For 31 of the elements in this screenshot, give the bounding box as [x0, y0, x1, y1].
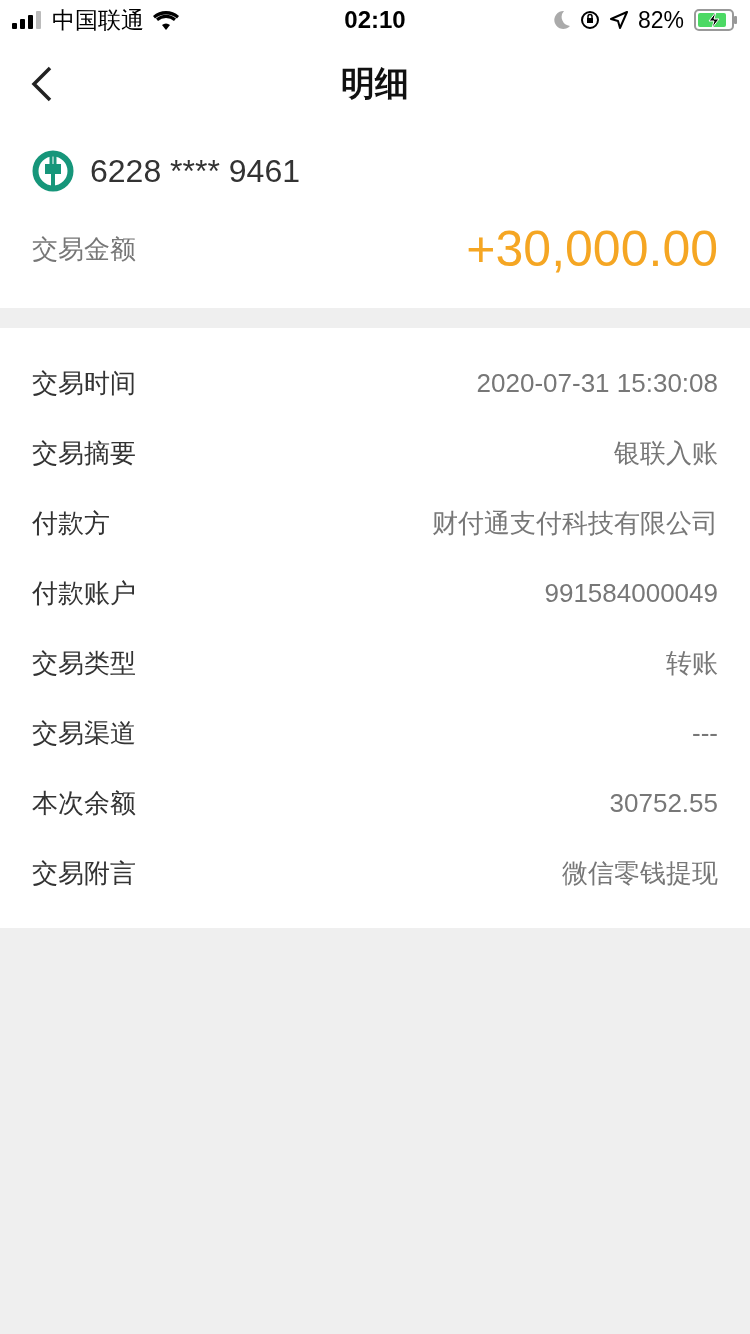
back-button[interactable] — [30, 66, 54, 102]
detail-label: 交易类型 — [32, 646, 136, 680]
detail-label: 交易摘要 — [32, 436, 136, 470]
detail-value: 转账 — [666, 646, 718, 680]
card-number: 6228 **** 9461 — [90, 152, 300, 190]
signal-icon — [12, 11, 44, 29]
wifi-icon — [152, 10, 180, 30]
detail-value: 财付通支付科技有限公司 — [432, 506, 718, 540]
bank-logo-icon — [32, 150, 74, 192]
detail-value: 银联入账 — [614, 436, 718, 470]
location-arrow-icon — [609, 11, 628, 29]
detail-value: 微信零钱提现 — [562, 856, 718, 890]
detail-value: 30752.55 — [609, 787, 718, 819]
page-title: 明细 — [341, 63, 409, 104]
detail-label: 交易渠道 — [32, 716, 136, 750]
detail-value: 991584000049 — [544, 577, 718, 609]
moon-icon — [551, 10, 570, 30]
battery-charging-icon — [694, 9, 738, 31]
detail-label: 交易时间 — [32, 366, 136, 400]
detail-label: 交易附言 — [32, 856, 136, 890]
carrier-name: 中国联通 — [52, 5, 144, 35]
amount-label: 交易金额 — [32, 232, 136, 266]
detail-value: 2020-07-31 15:30:08 — [476, 367, 718, 399]
battery-percent: 82% — [637, 6, 684, 34]
rotation-lock-icon — [579, 10, 600, 30]
detail-label: 本次余额 — [32, 786, 136, 820]
detail-value: --- — [692, 717, 718, 749]
amount-value: +30,000.00 — [466, 220, 718, 278]
clock-time: 02:10 — [344, 6, 406, 34]
detail-label: 付款账户 — [32, 576, 136, 610]
detail-label: 付款方 — [32, 506, 110, 540]
